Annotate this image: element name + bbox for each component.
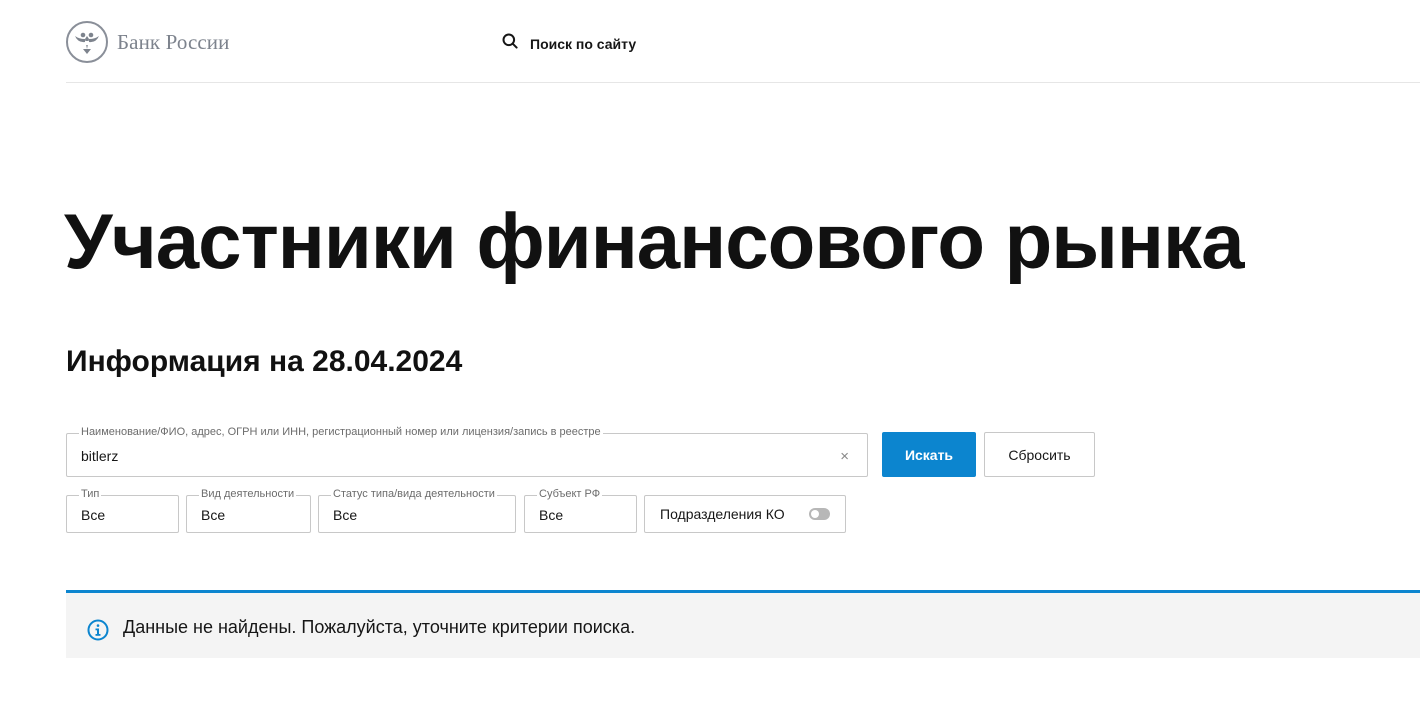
search-input-label: Наименование/ФИО, адрес, ОГРН или ИНН, р… xyxy=(79,426,603,438)
search-input-value[interactable]: bitlerz xyxy=(81,448,118,464)
search-icon xyxy=(502,33,518,54)
status-select-label: Статус типа/вида деятельности xyxy=(331,488,497,500)
reset-button[interactable]: Сбросить xyxy=(984,432,1095,477)
search-input[interactable]: Наименование/ФИО, адрес, ОГРН или ИНН, р… xyxy=(66,426,868,477)
status-select-value: Все xyxy=(333,507,358,523)
status-select[interactable]: Статус типа/вида деятельности Все xyxy=(318,488,516,533)
info-icon xyxy=(87,619,109,646)
page-title: Участники финансового рынка xyxy=(64,197,1244,285)
activity-select-label: Вид деятельности xyxy=(199,488,297,500)
close-icon[interactable]: × xyxy=(840,448,849,465)
type-select-label: Тип xyxy=(79,488,102,500)
toggle-switch[interactable] xyxy=(809,508,830,520)
bank-emblem-icon xyxy=(66,21,108,63)
no-results-notice: Данные не найдены. Пожалуйста, уточните … xyxy=(66,590,1420,658)
page: Банк России Поиск по сайту Участники фин… xyxy=(0,0,1420,701)
site-search-label: Поиск по сайту xyxy=(530,35,637,52)
region-select-label: Субъект РФ xyxy=(537,488,603,500)
region-select-value: Все xyxy=(539,507,564,523)
region-select[interactable]: Субъект РФ Все xyxy=(524,488,637,533)
activity-select[interactable]: Вид деятельности Все xyxy=(186,488,311,533)
branches-toggle-label: Подразделения КО xyxy=(660,506,785,522)
search-submit-button[interactable]: Искать xyxy=(882,432,976,477)
notice-message: Данные не найдены. Пожалуйста, уточните … xyxy=(123,617,636,637)
branches-toggle[interactable]: Подразделения КО xyxy=(644,495,846,533)
logo-text: Банк России xyxy=(117,29,230,54)
site-header: Банк России Поиск по сайту xyxy=(66,0,1420,83)
site-search-button[interactable]: Поиск по сайту xyxy=(502,33,636,54)
logo[interactable]: Банк России xyxy=(66,21,229,63)
type-select-value: Все xyxy=(81,507,106,523)
activity-select-value: Все xyxy=(201,507,226,523)
type-select[interactable]: Тип Все xyxy=(66,488,179,533)
page-subtitle: Информация на 28.04.2024 xyxy=(66,345,463,378)
toggle-knob xyxy=(811,510,819,518)
